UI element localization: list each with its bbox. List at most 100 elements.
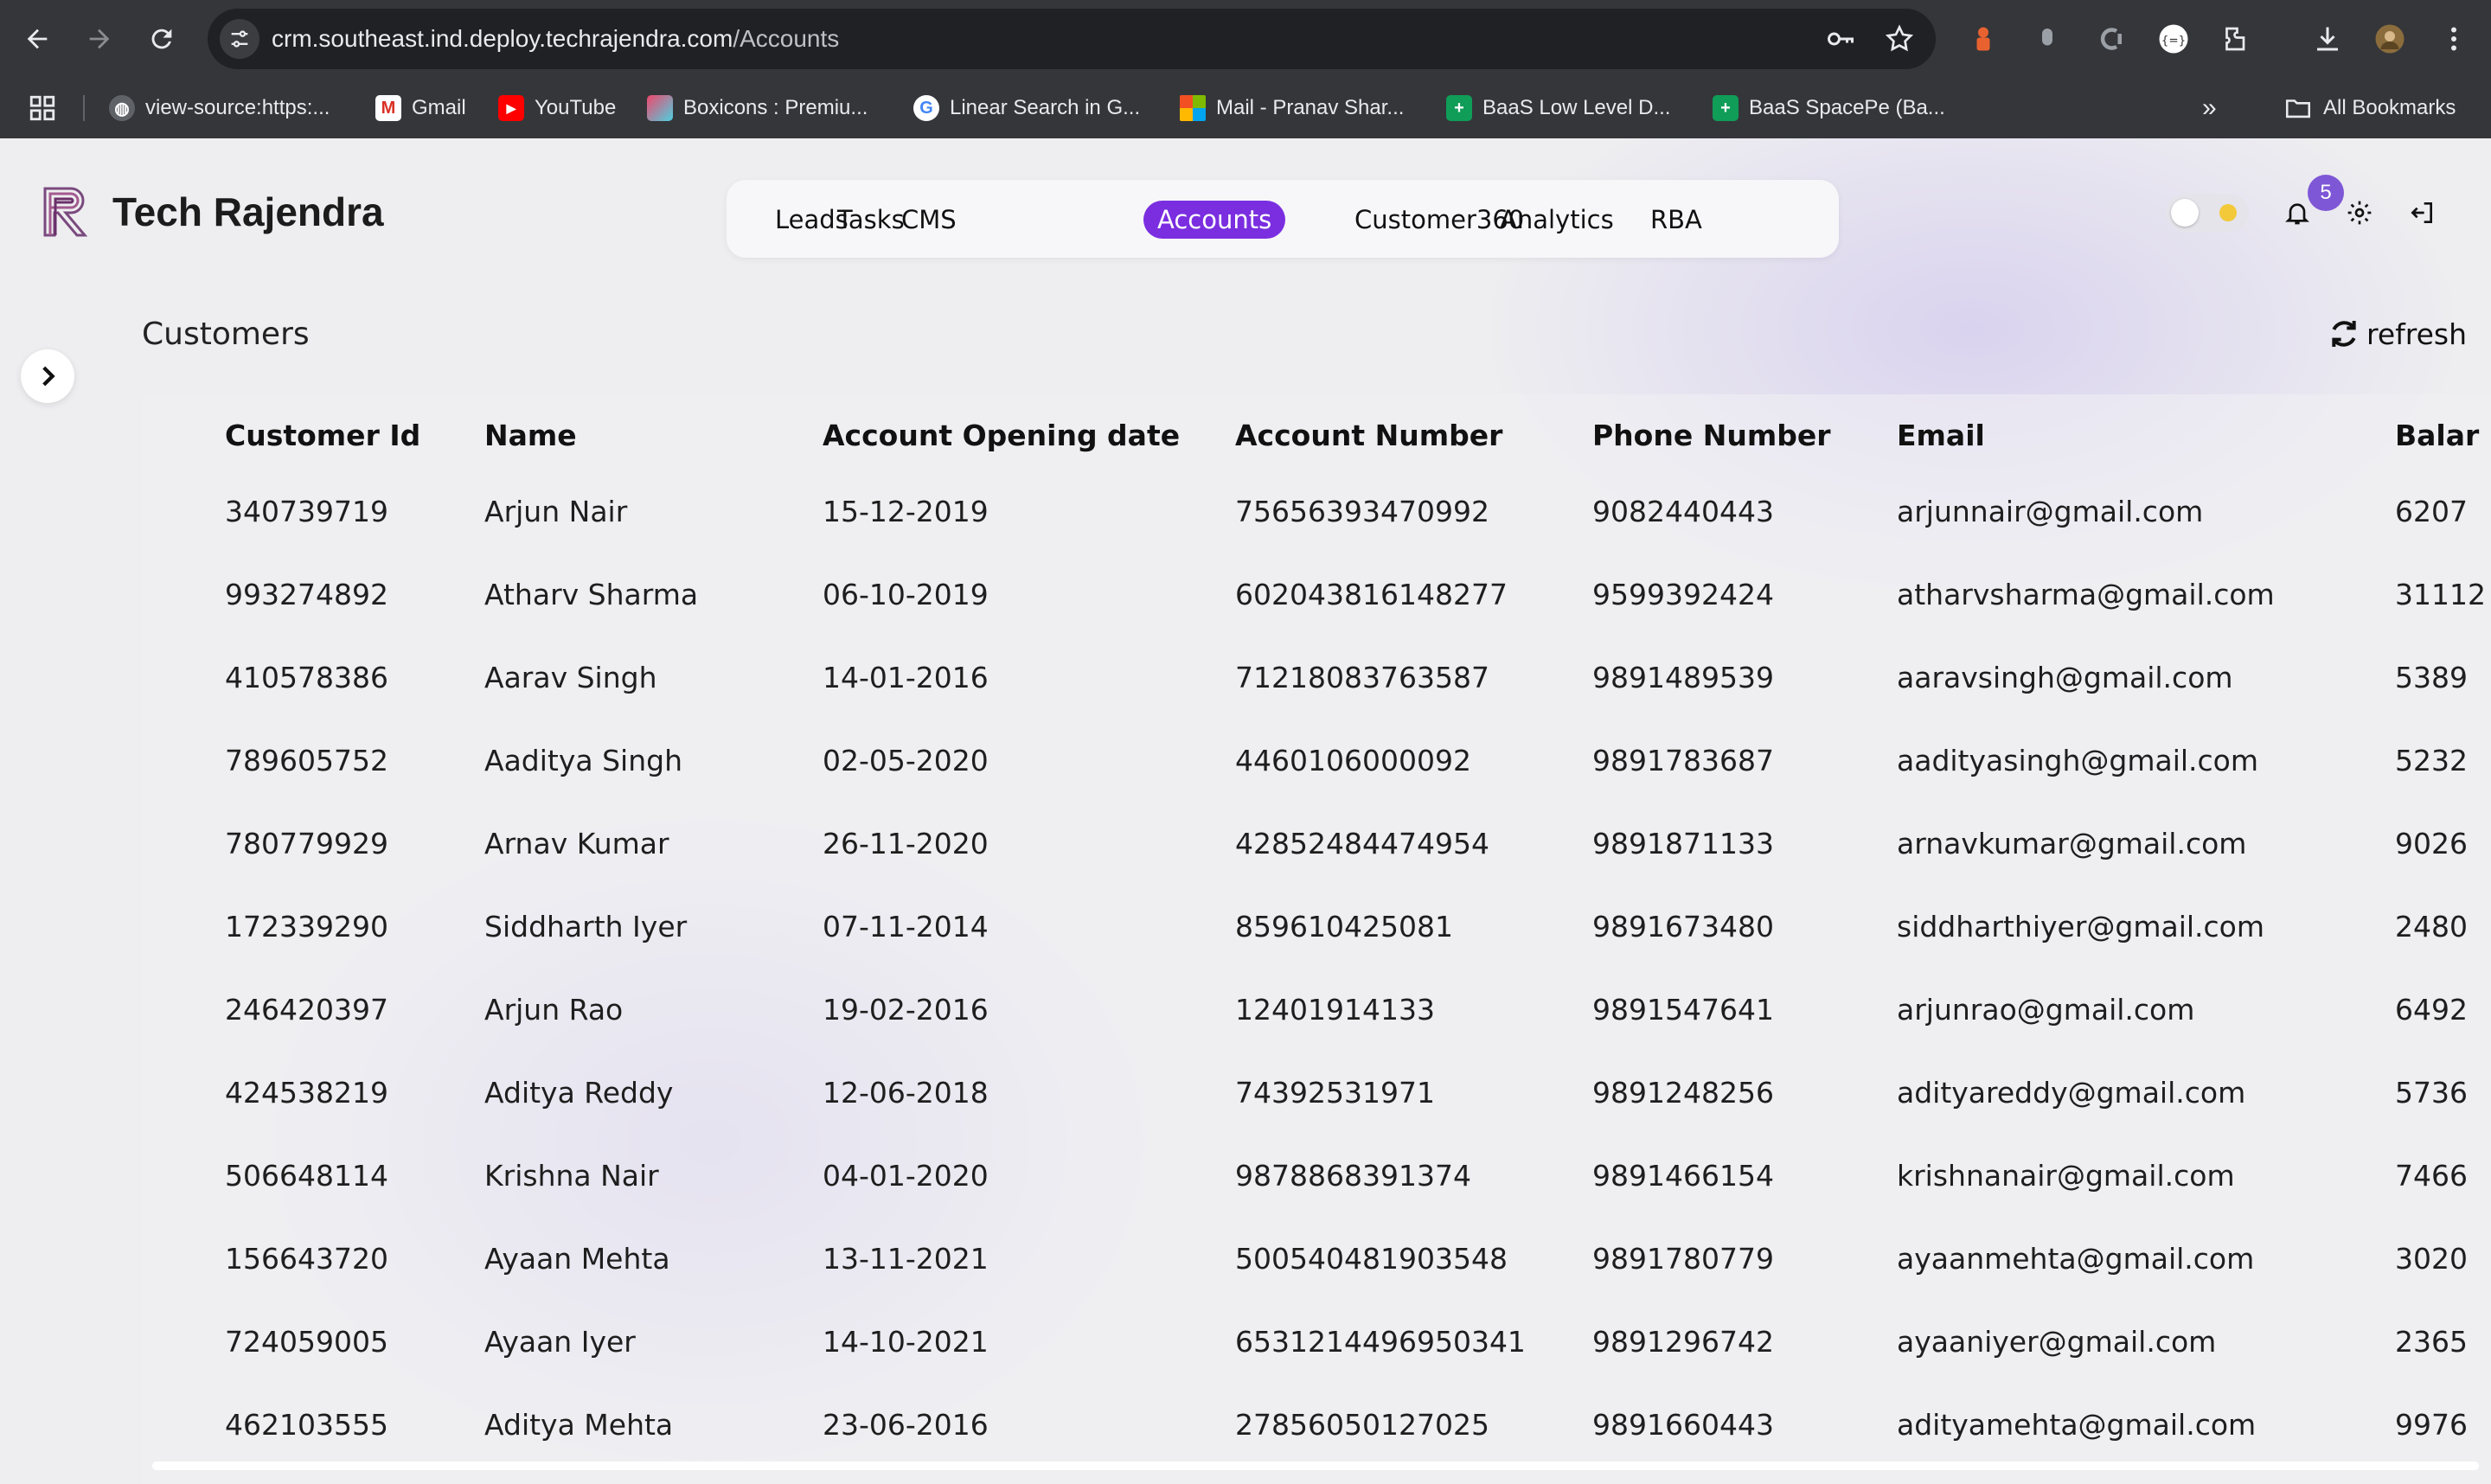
table-cell: 500540481903548 bbox=[1235, 1242, 1508, 1276]
table-cell: adityamehta@gmail.com bbox=[1897, 1408, 2257, 1442]
address-bar[interactable]: crm.southeast.ind.deploy.techrajendra.co… bbox=[208, 9, 1936, 69]
table-cell: Aarav Singh bbox=[484, 661, 657, 694]
table-cell: 71218083763587 bbox=[1235, 661, 1489, 694]
table-row[interactable]: 156643720 Ayaan Mehta 13-11-2021 5005404819… bbox=[142, 1218, 2491, 1301]
table-cell: 06-10-2019 bbox=[823, 578, 989, 611]
bookmark-mail-pranav[interactable]: Mail - Pranav Shar... bbox=[1180, 78, 1404, 138]
table-cell: 9891296742 bbox=[1592, 1325, 1774, 1359]
tab-accounts[interactable]: Accounts bbox=[1143, 201, 1286, 239]
apps-grid-button[interactable] bbox=[28, 78, 57, 138]
globe-icon: ◍ bbox=[109, 95, 135, 121]
table-cell: 6207 bbox=[2395, 495, 2468, 528]
browser-menu-icon[interactable] bbox=[2434, 19, 2474, 59]
horizontal-scrollbar[interactable] bbox=[152, 1462, 2479, 1470]
table-row[interactable]: 506648114 Krishna Nair 04-01-2020 987886839… bbox=[142, 1135, 2491, 1218]
bookmarks-overflow-button[interactable]: » bbox=[2202, 78, 2217, 138]
column-header[interactable]: Phone Number bbox=[1592, 394, 1831, 477]
table-row[interactable]: 780779929 Arnav Kumar 26-11-2020 4285248447… bbox=[142, 803, 2491, 886]
all-bookmarks-button[interactable]: All Bookmarks bbox=[2283, 78, 2456, 138]
table-cell: Arjun Nair bbox=[484, 495, 628, 528]
bookmarks-divider bbox=[83, 95, 85, 121]
bookmark-view-source[interactable]: ◍ view-source:https:... bbox=[109, 78, 330, 138]
tab-rba[interactable]: RBA bbox=[1636, 201, 1716, 239]
table-row[interactable]: 462103555 Aditya Mehta 23-06-2016 278560501… bbox=[142, 1384, 2491, 1467]
extensions-puzzle-icon[interactable] bbox=[2216, 19, 2256, 59]
gear-icon bbox=[2347, 201, 2372, 225]
table-row[interactable]: 789605752 Aaditya Singh 02-05-2020 44601060… bbox=[142, 720, 2491, 803]
table-cell: krishnanair@gmail.com bbox=[1897, 1159, 2235, 1193]
bookmark-baas-low-level[interactable]: + BaaS Low Level D... bbox=[1446, 78, 1670, 138]
table-row[interactable]: 410578386 Aarav Singh 14-01-2016 7121808376… bbox=[142, 636, 2491, 720]
column-header[interactable]: Balar bbox=[2395, 394, 2479, 477]
bookmark-baas-spacepe[interactable]: + BaaS SpacePe (Ba... bbox=[1713, 78, 1945, 138]
column-header[interactable]: Account Opening date bbox=[823, 394, 1180, 477]
table-cell: 74392531971 bbox=[1235, 1076, 1435, 1110]
reload-button[interactable] bbox=[142, 19, 182, 59]
table-row[interactable]: 724059005 Ayaan Iyer 14-10-2021 65312144969… bbox=[142, 1301, 2491, 1384]
extension-c-icon[interactable] bbox=[2091, 19, 2131, 59]
microsoft-icon bbox=[1180, 95, 1206, 121]
column-header[interactable]: Customer Id bbox=[225, 394, 420, 477]
table-row[interactable]: 424538219 Aditya Reddy 12-06-2018 743925319… bbox=[142, 1052, 2491, 1135]
table-cell: 04-01-2020 bbox=[823, 1159, 989, 1193]
table-cell: 9891489539 bbox=[1592, 661, 1774, 694]
bookmark-gmail[interactable]: M Gmail bbox=[375, 78, 466, 138]
table-cell: 780779929 bbox=[225, 827, 388, 860]
table-cell: Arnav Kumar bbox=[484, 827, 669, 860]
apps-grid-icon bbox=[29, 95, 55, 121]
browser-chrome: crm.southeast.ind.deploy.techrajendra.co… bbox=[0, 0, 2491, 138]
theme-toggle[interactable] bbox=[2166, 194, 2249, 232]
table-row[interactable]: 993274892 Atharv Sharma 06-10-2019 60204381… bbox=[142, 553, 2491, 636]
back-button[interactable] bbox=[17, 19, 57, 59]
password-key-icon[interactable] bbox=[1825, 23, 1856, 54]
google-icon: G bbox=[913, 95, 939, 121]
bookmark-star-icon[interactable] bbox=[1884, 23, 1915, 54]
table-cell: 02-05-2020 bbox=[823, 744, 989, 777]
table-row[interactable]: 172339290 Siddharth Iyer 07-11-2014 8596104… bbox=[142, 886, 2491, 969]
table-cell: 424538219 bbox=[225, 1076, 388, 1110]
bookmark-youtube[interactable]: ▶ YouTube bbox=[498, 78, 616, 138]
table-row[interactable]: 340739719 Arjun Nair 15-12-2019 75656393470… bbox=[142, 470, 2491, 553]
table-cell: 993274892 bbox=[225, 578, 388, 611]
table-cell: 7466 bbox=[2395, 1159, 2468, 1193]
download-icon[interactable] bbox=[2308, 19, 2347, 59]
sidebar-expand-button[interactable] bbox=[21, 349, 74, 403]
customers-table: Customer Id Name Account Opening date Ac… bbox=[142, 394, 2491, 1484]
brand-logo[interactable]: Tech Rajendra bbox=[40, 183, 384, 240]
bookmark-linear-search[interactable]: G Linear Search in G... bbox=[913, 78, 1140, 138]
extension-figure-icon[interactable] bbox=[1963, 19, 2003, 59]
refresh-button[interactable]: refresh bbox=[2327, 317, 2467, 351]
forward-button[interactable] bbox=[80, 19, 119, 59]
table-cell: 2480 bbox=[2395, 910, 2468, 943]
settings-button[interactable] bbox=[2341, 194, 2379, 232]
table-cell: 9878868391374 bbox=[1235, 1159, 1471, 1193]
svg-text:{=}: {=} bbox=[2161, 34, 2187, 48]
table-cell: 9891673480 bbox=[1592, 910, 1774, 943]
table-cell: ayaaniyer@gmail.com bbox=[1897, 1325, 2217, 1359]
table-row[interactable]: 246420397 Arjun Rao 19-02-2016 12401914133 9… bbox=[142, 969, 2491, 1052]
table-cell: Aditya Mehta bbox=[484, 1408, 674, 1442]
column-header[interactable]: Name bbox=[484, 394, 577, 477]
site-info-icon[interactable] bbox=[220, 19, 259, 59]
column-header[interactable]: Account Number bbox=[1235, 394, 1502, 477]
table-cell: 6492 bbox=[2395, 993, 2468, 1027]
url-text: crm.southeast.ind.deploy.techrajendra.co… bbox=[272, 25, 840, 52]
column-header[interactable]: Email bbox=[1897, 394, 1985, 477]
extension-mic-icon[interactable] bbox=[2027, 19, 2067, 59]
table-cell: 9026 bbox=[2395, 827, 2468, 860]
logout-icon bbox=[2411, 202, 2432, 223]
extension-json-icon[interactable]: {=} bbox=[2154, 19, 2193, 59]
tab-cms[interactable]: CMS bbox=[887, 201, 970, 239]
table-cell: siddharthiyer@gmail.com bbox=[1897, 910, 2265, 943]
table-cell: 5389 bbox=[2395, 661, 2468, 694]
table-cell: arnavkumar@gmail.com bbox=[1897, 827, 2247, 860]
page-title: Customers bbox=[142, 317, 310, 352]
folder-icon bbox=[2285, 99, 2311, 118]
table-cell: 27856050127025 bbox=[1235, 1408, 1489, 1442]
tab-analytics[interactable]: Analytics bbox=[1486, 201, 1628, 239]
bookmark-boxicons[interactable]: Boxicons : Premiu... bbox=[647, 78, 868, 138]
profile-avatar-icon[interactable] bbox=[2370, 19, 2410, 59]
table-cell: aaravsingh@gmail.com bbox=[1897, 661, 2233, 694]
table-cell: aadityasingh@gmail.com bbox=[1897, 744, 2259, 777]
logout-button[interactable] bbox=[2403, 194, 2441, 232]
